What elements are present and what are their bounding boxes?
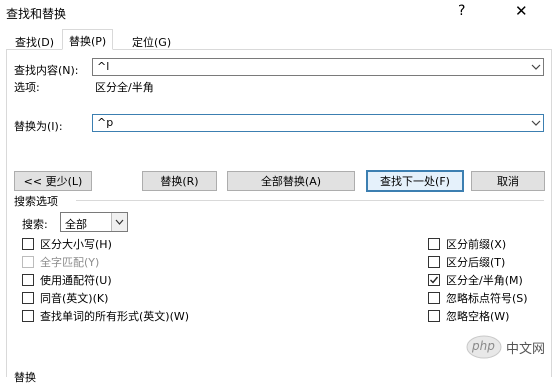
replace-with-label: 替换为(I): <box>14 120 63 133</box>
match-suffix-checkbox[interactable]: 区分后缀(T) <box>428 254 505 270</box>
chevron-down-icon[interactable] <box>527 59 543 75</box>
chevron-down-icon[interactable] <box>111 213 127 231</box>
checkbox-box[interactable] <box>428 256 440 268</box>
checkmark-icon <box>430 276 439 284</box>
checkbox-box[interactable] <box>22 256 34 268</box>
match-width-checkbox[interactable]: 区分全/半角(M) <box>428 272 523 288</box>
search-direction-select[interactable]: 全部 <box>60 212 128 232</box>
wildcards-checkbox[interactable]: 使用通配符(U) <box>22 272 112 288</box>
dialog-title: 查找和替换 <box>6 7 67 21</box>
title-bar <box>0 0 558 28</box>
search-direction-value: 全部 <box>65 218 87 231</box>
watermark-brand: php <box>472 339 495 353</box>
find-next-button[interactable]: 查找下一处(F) <box>366 170 464 192</box>
checkbox-box[interactable] <box>22 310 34 322</box>
checkbox-box[interactable] <box>428 274 440 286</box>
checkbox-box[interactable] <box>22 238 34 250</box>
ignore-punctuation-checkbox[interactable]: 忽略标点符号(S) <box>428 290 528 306</box>
tab-replace[interactable]: 替换(P) <box>62 29 114 50</box>
search-options-heading: 搜索选项 <box>14 195 58 208</box>
checkbox-box[interactable] <box>22 292 34 304</box>
cancel-button[interactable]: 取消 <box>471 171 545 191</box>
replace-section-heading: 替换 <box>14 371 36 384</box>
php-cn-watermark: php 中文网 <box>466 332 552 362</box>
match-case-checkbox[interactable]: 区分大小写(H) <box>22 236 112 252</box>
watermark-text: 中文网 <box>506 342 546 357</box>
replace-with-value: ^p <box>97 116 114 129</box>
options-label: 选项: <box>14 81 40 94</box>
whole-word-checkbox[interactable]: 全字匹配(Y) <box>22 254 99 270</box>
checkbox-box[interactable] <box>428 238 440 250</box>
replace-with-combo[interactable]: ^p <box>92 114 544 132</box>
less-button[interactable]: << 更少(L) <box>14 171 92 191</box>
replace-button[interactable]: 替换(R) <box>142 171 217 191</box>
search-options-divider <box>76 200 544 201</box>
close-button[interactable]: ✕ <box>515 2 528 20</box>
checkbox-box[interactable] <box>428 310 440 322</box>
replace-all-button[interactable]: 全部替换(A) <box>227 171 355 191</box>
help-button[interactable]: ? <box>458 3 465 19</box>
find-what-value: ^l <box>97 60 110 73</box>
tab-find[interactable]: 查找(D) <box>8 30 61 50</box>
ignore-whitespace-checkbox[interactable]: 忽略空格(W) <box>428 308 509 324</box>
all-word-forms-checkbox[interactable]: 查找单词的所有形式(英文)(W) <box>22 308 189 324</box>
chevron-down-icon[interactable] <box>527 115 543 131</box>
tab-goto[interactable]: 定位(G) <box>125 30 178 50</box>
sounds-like-checkbox[interactable]: 同音(英文)(K) <box>22 290 108 306</box>
checkbox-box[interactable] <box>428 292 440 304</box>
find-what-label: 查找内容(N): <box>14 64 79 77</box>
search-direction-label: 搜索: <box>22 218 48 231</box>
match-prefix-checkbox[interactable]: 区分前缀(X) <box>428 236 506 252</box>
find-what-combo[interactable]: ^l <box>92 58 544 76</box>
checkbox-box[interactable] <box>22 274 34 286</box>
options-value: 区分全/半角 <box>95 81 154 94</box>
